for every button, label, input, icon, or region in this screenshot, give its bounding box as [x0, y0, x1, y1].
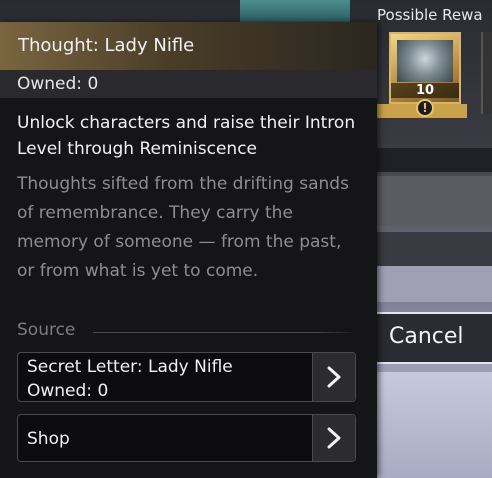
background-band [377, 266, 492, 302]
item-description: Unlock characters and raise their Intron… [17, 113, 356, 159]
tooltip-title-bar: Thought: Lady Nifle [0, 22, 377, 70]
background-band [377, 148, 492, 172]
background-band [377, 176, 492, 226]
item-flavor-text: Thoughts sifted from the drifting sands … [17, 174, 349, 281]
cancel-button[interactable]: Cancel [377, 312, 492, 364]
background-band [377, 372, 492, 478]
character-art-top [240, 0, 350, 22]
source-label: Source [17, 320, 76, 340]
reward-quantity: 10 [391, 83, 459, 98]
item-tooltip-panel: Thought: Lady Nifle Owned: 0 Unlock char… [0, 22, 377, 478]
owned-count-bar: Owned: 0 [0, 70, 377, 98]
source-header: Source [17, 320, 357, 344]
source-divider [93, 332, 357, 333]
cancel-button-label: Cancel [389, 324, 464, 349]
possible-rewards-title: Possible Rewa [377, 6, 483, 24]
source-shop-button[interactable]: Shop [17, 414, 356, 462]
source-button-text: Secret Letter: Lady Nifle Owned: 0 [27, 355, 233, 403]
source-button-text: Shop [27, 427, 70, 451]
source-name: Secret Letter: Lady Nifle [27, 357, 233, 377]
reward-item-art [397, 40, 453, 82]
chevron-right-icon[interactable] [312, 415, 355, 461]
source-secret-letter-button[interactable]: Secret Letter: Lady Nifle Owned: 0 [17, 352, 356, 402]
exclamation-icon: ! [416, 99, 434, 117]
reward-item-card[interactable]: 10 [389, 32, 461, 104]
background-band [377, 232, 492, 266]
source-owned: Owned: 0 [27, 381, 109, 401]
reward-item-card-partial[interactable] [481, 32, 492, 114]
owned-count: Owned: 0 [17, 74, 99, 94]
source-name: Shop [27, 429, 70, 449]
chevron-right-icon[interactable] [312, 353, 355, 401]
tooltip-title: Thought: Lady Nifle [18, 35, 195, 56]
